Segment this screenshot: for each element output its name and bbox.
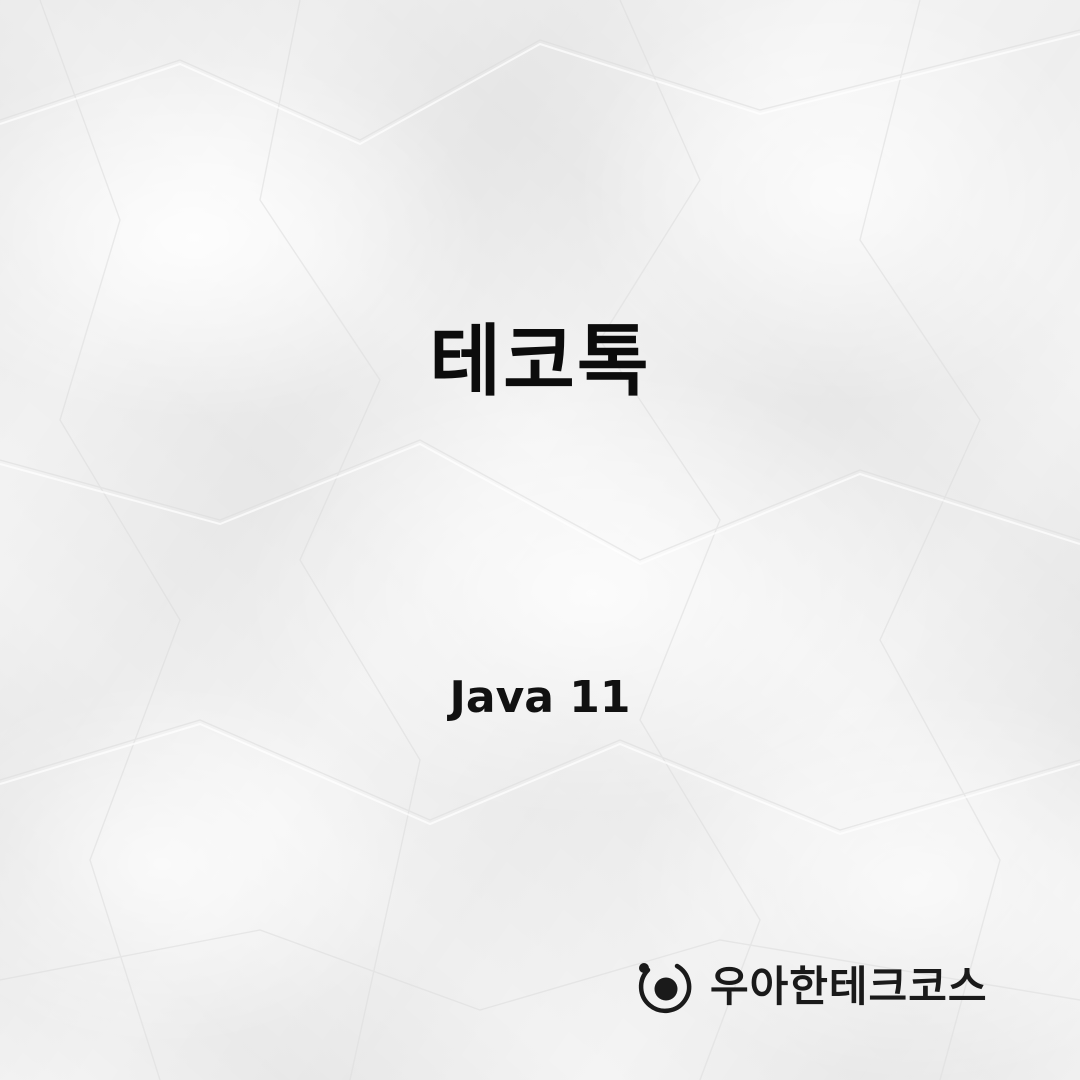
slide-canvas: 테코톡 Java 11 우아한테크코스	[0, 0, 1080, 1080]
crumpled-paper-texture	[0, 0, 1080, 1080]
woowa-orbit-icon	[638, 963, 692, 1014]
talk-title: 테코톡	[429, 316, 651, 407]
brand-logo: 우아한테크코스	[634, 954, 987, 1020]
topic-subtitle: Java 11	[449, 672, 631, 723]
brand-name: 우아한테크코스	[710, 962, 988, 1011]
